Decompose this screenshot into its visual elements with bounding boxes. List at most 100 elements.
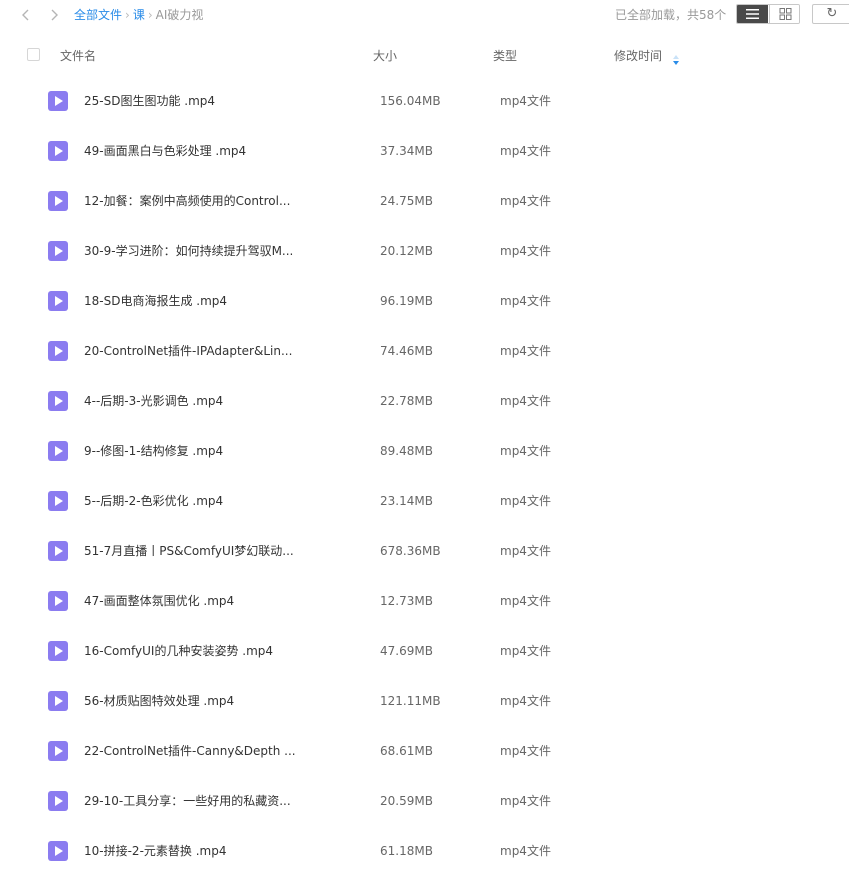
- video-file-icon: [48, 391, 68, 411]
- table-row[interactable]: 20-ControlNet插件-IPAdapter&Lin... 74.46MB m…: [0, 326, 849, 376]
- file-type: mp4文件: [500, 844, 551, 858]
- file-type: mp4文件: [500, 644, 551, 658]
- table-row[interactable]: 56-材质贴图特效处理 .mp4 121.11MB mp4文件: [0, 676, 849, 726]
- file-name[interactable]: 12-加餐：案例中高频使用的Control...: [84, 193, 290, 209]
- chevron-right-icon[interactable]: [44, 5, 64, 25]
- file-type: mp4文件: [500, 444, 551, 458]
- file-name[interactable]: 51-7月直播丨PS&ComfyUI梦幻联动...: [84, 543, 294, 559]
- video-file-icon: [48, 591, 68, 611]
- breadcrumb-separator: ›: [147, 8, 153, 22]
- file-size: 74.46MB: [380, 344, 433, 358]
- file-name[interactable]: 22-ControlNet插件-Canny&Depth ...: [84, 743, 296, 759]
- file-list-header: 文件名 大小 类型 修改时间: [0, 42, 849, 70]
- breadcrumb-separator: ›: [125, 8, 130, 22]
- table-row[interactable]: 16-ComfyUI的几种安装姿势 .mp4 47.69MB mp4文件: [0, 626, 849, 676]
- table-row[interactable]: 4--后期-3-光影调色 .mp4 22.78MB mp4文件: [0, 376, 849, 426]
- file-size: 23.14MB: [380, 494, 433, 508]
- video-file-icon: [48, 241, 68, 261]
- file-type: mp4文件: [500, 594, 551, 608]
- file-size: 12.73MB: [380, 594, 433, 608]
- file-size: 47.69MB: [380, 644, 433, 658]
- file-name[interactable]: 10-拼接-2-元素替换 .mp4: [84, 843, 226, 859]
- column-header-type[interactable]: 类型: [493, 48, 517, 64]
- sort-descending-icon[interactable]: [673, 50, 679, 65]
- file-type: mp4文件: [500, 694, 551, 708]
- file-name[interactable]: 18-SD电商海报生成 .mp4: [84, 293, 227, 309]
- view-toggle: [736, 4, 800, 24]
- table-row[interactable]: 5--后期-2-色彩优化 .mp4 23.14MB mp4文件: [0, 476, 849, 526]
- table-row[interactable]: 12-加餐：案例中高频使用的Control... 24.75MB mp4文件: [0, 176, 849, 226]
- file-name[interactable]: 47-画面整体氛围优化 .mp4: [84, 593, 234, 609]
- video-file-icon: [48, 541, 68, 561]
- column-header-name[interactable]: 文件名: [60, 48, 96, 64]
- file-size: 68.61MB: [380, 744, 433, 758]
- video-file-icon: [48, 491, 68, 511]
- video-file-icon: [48, 341, 68, 361]
- video-file-icon: [48, 91, 68, 111]
- video-file-icon: [48, 641, 68, 661]
- file-size: 24.75MB: [380, 194, 433, 208]
- file-name[interactable]: 49-画面黑白与色彩处理 .mp4: [84, 143, 246, 159]
- file-name[interactable]: 4--后期-3-光影调色 .mp4: [84, 393, 223, 409]
- grid-view-icon[interactable]: [769, 5, 799, 23]
- table-row[interactable]: 30-9-学习进阶：如何持续提升驾驭M... 20.12MB mp4文件: [0, 226, 849, 276]
- table-row[interactable]: 25-SD图生图功能 .mp4 156.04MB mp4文件: [0, 76, 849, 126]
- file-type: mp4文件: [500, 294, 551, 308]
- file-name[interactable]: 56-材质贴图特效处理 .mp4: [84, 693, 234, 709]
- breadcrumb-course[interactable]: 课: [133, 8, 145, 22]
- table-row[interactable]: 22-ControlNet插件-Canny&Depth ... 68.61MB mp…: [0, 726, 849, 776]
- file-name[interactable]: 5--后期-2-色彩优化 .mp4: [84, 493, 223, 509]
- file-type: mp4文件: [500, 494, 551, 508]
- table-row[interactable]: 47-画面整体氛围优化 .mp4 12.73MB mp4文件: [0, 576, 849, 626]
- video-file-icon: [48, 441, 68, 461]
- file-size: 156.04MB: [380, 94, 441, 108]
- file-type: mp4文件: [500, 94, 551, 108]
- table-row[interactable]: 18-SD电商海报生成 .mp4 96.19MB mp4文件: [0, 276, 849, 326]
- file-type: mp4文件: [500, 344, 551, 358]
- file-type: mp4文件: [500, 744, 551, 758]
- file-name[interactable]: 9--修图-1-结构修复 .mp4: [84, 443, 223, 459]
- column-header-modified[interactable]: 修改时间: [614, 48, 662, 64]
- load-status: 已全部加载，共58个: [615, 8, 727, 22]
- breadcrumb-current-folder: AI破力视: [155, 8, 204, 22]
- video-file-icon: [48, 291, 68, 311]
- file-size: 37.34MB: [380, 144, 433, 158]
- breadcrumb: 全部文件 › 课 › AI破力视: [74, 7, 203, 23]
- breadcrumb-all-files[interactable]: 全部文件: [74, 8, 122, 22]
- table-row[interactable]: 9--修图-1-结构修复 .mp4 89.48MB mp4文件: [0, 426, 849, 476]
- video-file-icon: [48, 141, 68, 161]
- table-row[interactable]: 29-10-工具分享：一些好用的私藏资... 20.59MB mp4文件: [0, 776, 849, 826]
- table-row[interactable]: 49-画面黑白与色彩处理 .mp4 37.34MB mp4文件: [0, 126, 849, 176]
- refresh-icon[interactable]: ↻: [812, 4, 849, 24]
- file-size: 96.19MB: [380, 294, 433, 308]
- file-size: 678.36MB: [380, 544, 441, 558]
- video-file-icon: [48, 191, 68, 211]
- file-name[interactable]: 30-9-学习进阶：如何持续提升驾驭M...: [84, 243, 293, 259]
- file-type: mp4文件: [500, 794, 551, 808]
- file-size: 22.78MB: [380, 394, 433, 408]
- chevron-left-icon[interactable]: [16, 5, 36, 25]
- file-name[interactable]: 20-ControlNet插件-IPAdapter&Lin...: [84, 343, 292, 359]
- file-name[interactable]: 25-SD图生图功能 .mp4: [84, 93, 215, 109]
- file-size: 20.59MB: [380, 794, 433, 808]
- table-row[interactable]: 51-7月直播丨PS&ComfyUI梦幻联动... 678.36MB mp4文件: [0, 526, 849, 576]
- video-file-icon: [48, 691, 68, 711]
- file-name[interactable]: 29-10-工具分享：一些好用的私藏资...: [84, 793, 291, 809]
- table-row[interactable]: 10-拼接-2-元素替换 .mp4 61.18MB mp4文件: [0, 826, 849, 876]
- file-type: mp4文件: [500, 394, 551, 408]
- top-toolbar: 全部文件 › 课 › AI破力视 已全部加载，共58个 ↻: [0, 0, 849, 30]
- file-type: mp4文件: [500, 194, 551, 208]
- column-header-size[interactable]: 大小: [373, 48, 397, 64]
- file-size: 61.18MB: [380, 844, 433, 858]
- video-file-icon: [48, 841, 68, 861]
- video-file-icon: [48, 741, 68, 761]
- list-view-icon[interactable]: [737, 5, 768, 23]
- file-name[interactable]: 16-ComfyUI的几种安装姿势 .mp4: [84, 643, 273, 659]
- select-all-checkbox[interactable]: [27, 48, 40, 61]
- file-type: mp4文件: [500, 244, 551, 258]
- file-size: 20.12MB: [380, 244, 433, 258]
- file-type: mp4文件: [500, 144, 551, 158]
- file-size: 89.48MB: [380, 444, 433, 458]
- file-size: 121.11MB: [380, 694, 441, 708]
- file-type: mp4文件: [500, 544, 551, 558]
